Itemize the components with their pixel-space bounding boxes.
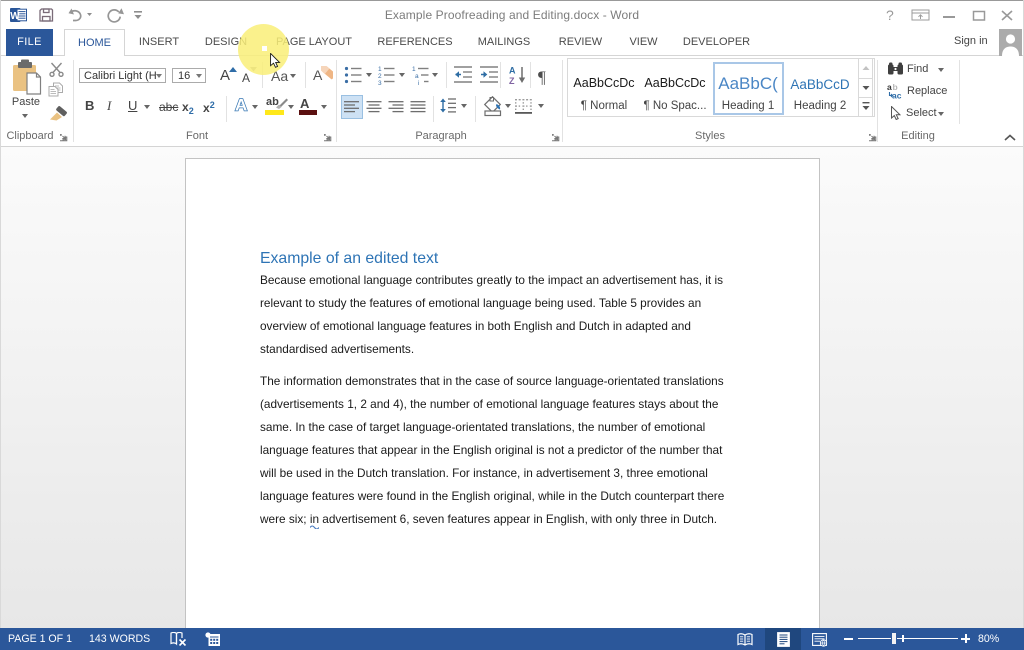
- svg-text:a: a: [415, 73, 419, 80]
- svg-text:2: 2: [378, 73, 382, 80]
- svg-text:A: A: [509, 66, 516, 76]
- svg-text:1: 1: [378, 66, 382, 73]
- svg-text:A: A: [235, 96, 247, 114]
- svg-text:ac: ac: [892, 91, 902, 100]
- svg-text:3: 3: [378, 80, 382, 85]
- svg-text:?: ?: [886, 7, 894, 23]
- svg-text:¶: ¶: [538, 68, 546, 86]
- svg-text:Z: Z: [509, 76, 515, 85]
- svg-text:1: 1: [412, 66, 416, 73]
- svg-text:W: W: [10, 11, 20, 22]
- svg-text:i: i: [418, 80, 419, 85]
